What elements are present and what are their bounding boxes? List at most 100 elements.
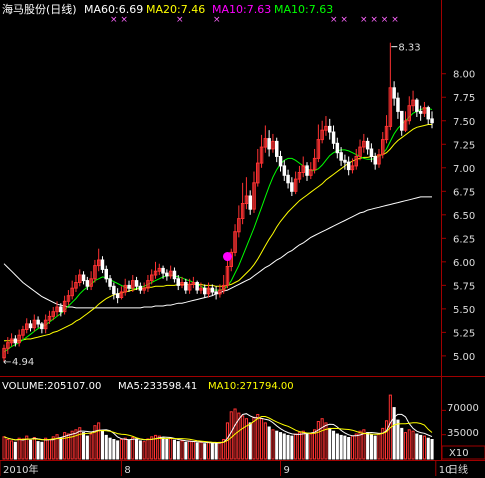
price-tick-label: 5.75 bbox=[453, 281, 475, 292]
price-tick-label: 7.25 bbox=[453, 140, 475, 151]
candle-body bbox=[161, 267, 165, 274]
price-tick-label: 8.00 bbox=[453, 70, 475, 81]
candle-body bbox=[100, 259, 105, 270]
price-tick-label: 5.25 bbox=[453, 328, 475, 339]
ma10-label-2: MA10:7.63 bbox=[274, 3, 333, 16]
candle-body bbox=[138, 285, 143, 291]
candle-body bbox=[115, 293, 120, 299]
volume-bar bbox=[135, 438, 139, 460]
volume-bar bbox=[282, 433, 286, 460]
low-arrow: ← bbox=[3, 357, 11, 368]
price-tick-label: 7.50 bbox=[453, 117, 475, 128]
signal-marker: × bbox=[213, 15, 221, 25]
candle-body bbox=[430, 118, 434, 124]
candle-body bbox=[36, 319, 40, 325]
signal-marker: × × × × bbox=[360, 15, 399, 25]
stock-title: 海马股份(日线) bbox=[2, 2, 77, 16]
candle-body bbox=[195, 282, 199, 291]
candle-body bbox=[127, 284, 131, 289]
candle-body bbox=[305, 165, 309, 176]
candle-body bbox=[203, 287, 207, 295]
volume-bar bbox=[13, 441, 17, 460]
volume-bar bbox=[415, 433, 419, 460]
volume-bar bbox=[419, 434, 423, 460]
volume-unit: X10 bbox=[449, 448, 469, 459]
price-tick-label: 7.00 bbox=[453, 164, 475, 175]
candle-body bbox=[165, 272, 169, 277]
candle-body bbox=[282, 165, 287, 176]
candle-body bbox=[365, 140, 370, 150]
volume-bar bbox=[210, 442, 214, 460]
volume-tick: 35000 bbox=[447, 428, 479, 439]
volume-bar bbox=[203, 443, 207, 460]
volume-bar bbox=[339, 434, 343, 460]
volume-bar bbox=[59, 437, 63, 460]
candle-body bbox=[331, 131, 336, 144]
volume-bar bbox=[104, 434, 108, 460]
volume-bar bbox=[392, 407, 396, 460]
price-tick-label: 6.00 bbox=[453, 258, 475, 269]
volume-bar bbox=[138, 440, 142, 460]
volume-bar bbox=[366, 432, 370, 460]
candle-body bbox=[290, 182, 294, 192]
price-tick-label: 6.75 bbox=[453, 187, 475, 198]
volume-bar bbox=[127, 439, 131, 460]
candle-body bbox=[392, 87, 396, 99]
candle-body bbox=[172, 270, 177, 280]
volume-bar bbox=[116, 440, 120, 460]
candle-body bbox=[214, 291, 218, 295]
candle-body bbox=[28, 323, 33, 329]
ma10-label: MA10:7.63 bbox=[212, 3, 271, 16]
volume-ma5-label: MA5:233598.41 bbox=[118, 381, 197, 392]
volume-bar bbox=[195, 442, 199, 460]
chart-background bbox=[0, 0, 485, 478]
volume-bar bbox=[286, 434, 290, 460]
volume-bar bbox=[176, 441, 180, 460]
price-tick-label: 5.50 bbox=[453, 305, 475, 316]
volume-bar bbox=[343, 435, 347, 460]
stock-chart: 海马股份(日线) MA60:6.69 MA20:7.46 MA10:7.63 M… bbox=[0, 0, 485, 478]
period-label: 日线 bbox=[448, 463, 468, 476]
high-annotation: 8.33 bbox=[398, 43, 420, 54]
volume-bar bbox=[184, 441, 188, 460]
volume-bar bbox=[112, 439, 116, 460]
volume-bar bbox=[426, 437, 430, 460]
candle-body bbox=[13, 338, 18, 344]
volume-bar bbox=[400, 427, 404, 460]
candle-body bbox=[343, 159, 347, 163]
candle-body bbox=[426, 107, 430, 120]
price-tick-label: 7.75 bbox=[453, 93, 475, 104]
candle-body bbox=[400, 110, 404, 131]
signal-marker: × × bbox=[110, 15, 128, 25]
candle-body bbox=[59, 306, 63, 313]
price-tick-label: 6.25 bbox=[453, 234, 475, 245]
volume-bar bbox=[328, 427, 332, 460]
volume-bar bbox=[85, 435, 89, 460]
candle-body bbox=[81, 274, 86, 282]
price-tick-label: 6.50 bbox=[453, 211, 475, 222]
volume-bar bbox=[430, 439, 434, 460]
volume-ma10-label: MA10:271794.00 bbox=[208, 381, 294, 392]
signal-marker: × × bbox=[330, 15, 348, 25]
volume-bar bbox=[305, 432, 309, 460]
candle-body bbox=[346, 161, 351, 171]
candle-body bbox=[373, 156, 377, 165]
candle-body bbox=[415, 99, 419, 112]
volume-bar bbox=[369, 434, 373, 460]
price-tick-label: 5.00 bbox=[453, 352, 475, 363]
price-header: 海马股份(日线) MA60:6.69 MA20:7.46 MA10:7.63 M… bbox=[2, 2, 333, 16]
volume-bar bbox=[172, 439, 176, 460]
candle-body bbox=[184, 282, 188, 291]
volume-bar bbox=[214, 443, 218, 460]
volume-bar bbox=[100, 430, 105, 460]
candle-body bbox=[134, 280, 139, 287]
volume-bar bbox=[161, 437, 165, 460]
candle-body bbox=[275, 140, 279, 157]
candle-body bbox=[104, 268, 108, 280]
candle-body bbox=[339, 152, 343, 161]
candle-body bbox=[335, 142, 340, 154]
volume-header: VOLUME:205107.00 MA5:233598.41 MA10:2717… bbox=[2, 381, 294, 392]
candle-body bbox=[85, 280, 90, 287]
volume-bar bbox=[108, 437, 112, 460]
volume-bar bbox=[275, 430, 279, 460]
